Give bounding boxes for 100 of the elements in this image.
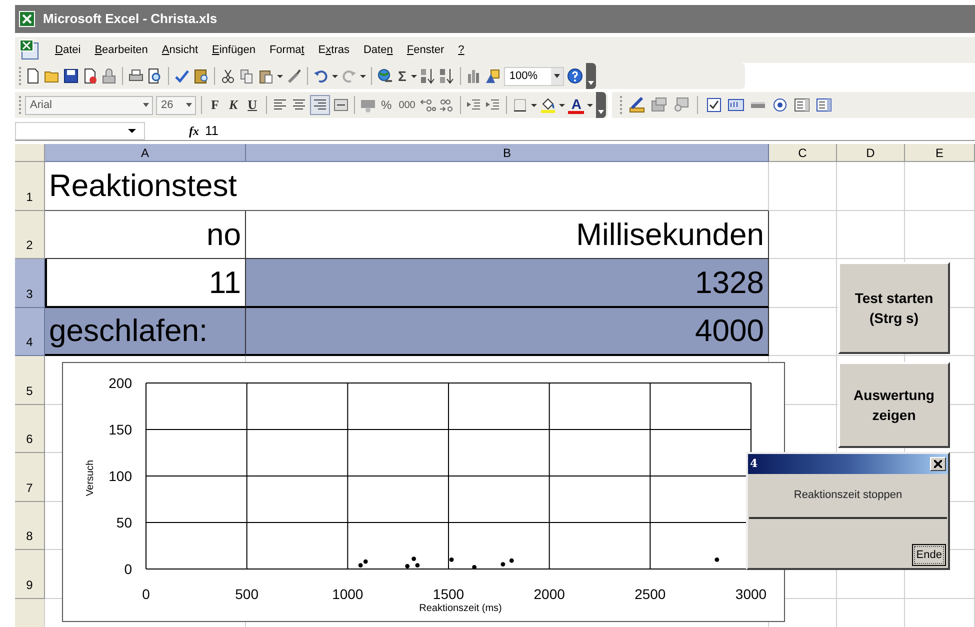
sort-ascending-icon[interactable] <box>420 68 436 84</box>
menu-item[interactable]: Extras <box>318 42 350 58</box>
zoom-dropdown[interactable]: 100% <box>504 66 564 86</box>
help-icon[interactable] <box>567 68 584 84</box>
speech-bubble-icon[interactable] <box>673 97 690 113</box>
properties-icon[interactable] <box>651 97 668 113</box>
copy-icon[interactable] <box>239 68 255 84</box>
menu-item[interactable]: ? <box>458 42 464 58</box>
y-axis-title: Versuch <box>85 460 96 496</box>
underline-button[interactable]: U <box>248 95 258 115</box>
toolbar-options-button[interactable] <box>586 63 596 89</box>
radio-button-icon[interactable] <box>772 97 788 113</box>
cell-text: geschlafen: <box>49 315 208 346</box>
function-label[interactable]: fx <box>189 122 199 140</box>
checkbox-icon[interactable] <box>706 97 722 113</box>
y-tick-label: 50 <box>116 514 132 530</box>
shapes-icon[interactable] <box>485 68 502 84</box>
close-icon[interactable] <box>934 460 942 468</box>
x-tick-label: 3000 <box>735 586 767 602</box>
check-icon[interactable] <box>174 68 190 84</box>
cell-text: 4000 <box>695 315 764 346</box>
data-point <box>412 556 416 561</box>
document-icon[interactable] <box>82 68 98 84</box>
book-icon[interactable] <box>193 68 209 84</box>
globe-icon[interactable] <box>377 68 393 84</box>
y-tick-label: 200 <box>108 375 132 391</box>
menu-item[interactable]: Daten <box>363 42 393 58</box>
x-tick-label: 1000 <box>332 586 364 602</box>
workbook-icon[interactable] <box>19 39 41 61</box>
table-cell <box>837 162 905 210</box>
ruler-pencil-icon[interactable] <box>629 97 646 113</box>
formula-field[interactable]: 11 <box>205 120 218 140</box>
menu-item[interactable]: Datei <box>55 42 81 58</box>
column-header[interactable]: E <box>905 144 975 162</box>
scissors-icon[interactable] <box>220 68 236 84</box>
italic-button[interactable]: K <box>228 95 238 115</box>
row-header[interactable]: 2 <box>15 210 45 259</box>
combo-box-icon[interactable] <box>816 97 832 113</box>
table-cell <box>905 210 975 259</box>
menu-item[interactable]: Bearbeiten <box>94 42 148 58</box>
evaluation-button[interactable]: Auswertung zeigen <box>838 362 950 448</box>
brush-icon[interactable] <box>286 68 302 84</box>
column-header[interactable]: A <box>45 144 246 162</box>
start-test-button[interactable]: Test starten (Strg s) <box>838 262 950 354</box>
row-header[interactable]: 1 <box>15 162 45 210</box>
table-cell <box>769 308 837 356</box>
fill-color-icon[interactable] <box>540 97 556 113</box>
data-point <box>509 558 514 563</box>
row-header[interactable]: 7 <box>15 453 45 502</box>
menu-item[interactable]: Ansicht <box>162 42 198 58</box>
sort-descending-icon[interactable] <box>439 68 456 84</box>
row-header[interactable]: 4 <box>15 308 45 356</box>
row-header[interactable]: 3 <box>15 259 45 308</box>
undo-icon[interactable] <box>313 68 329 84</box>
window-title: Microsoft Excel - Christa.xls <box>43 10 218 28</box>
x-tick-label: 1500 <box>432 586 464 602</box>
save-icon[interactable] <box>63 68 79 84</box>
borders-icon[interactable] <box>512 97 528 113</box>
row-header[interactable]: 8 <box>15 502 45 550</box>
percent-button[interactable]: % <box>379 96 394 114</box>
row-header[interactable]: 5 <box>15 356 45 404</box>
column-header[interactable]: B <box>246 144 769 162</box>
x-tick-label: 2500 <box>634 586 666 602</box>
table-cell <box>905 162 975 210</box>
cell-text: Millisekunden <box>576 218 764 250</box>
list-box-icon[interactable] <box>794 97 810 113</box>
close-button[interactable] <box>930 457 946 471</box>
menu-item[interactable]: Format <box>269 42 304 58</box>
font-color-button[interactable]: A <box>568 96 584 114</box>
menu-item[interactable]: Einfügen <box>212 42 256 58</box>
printer-icon[interactable] <box>128 68 144 84</box>
y-tick-label: 100 <box>108 468 132 484</box>
decrease-decimal-icon[interactable] <box>439 97 456 113</box>
document-icon[interactable] <box>25 68 41 84</box>
magnifier-icon[interactable] <box>147 68 163 84</box>
bold-button[interactable]: F <box>211 95 219 115</box>
clipboard-icon[interactable] <box>258 68 274 84</box>
cell-text: 1328 <box>695 266 764 298</box>
stamp-icon[interactable] <box>101 68 117 84</box>
row-header[interactable]: 9 <box>15 550 45 598</box>
merge-cells-icon[interactable] <box>333 97 350 113</box>
column-header[interactable]: D <box>837 144 905 162</box>
data-point <box>415 563 420 568</box>
data-point <box>405 564 410 568</box>
text-box-icon[interactable] <box>728 97 744 113</box>
data-point <box>472 564 477 570</box>
x-axis-title: Reaktionszeit (ms) <box>419 603 502 614</box>
row-header[interactable]: 6 <box>15 404 45 453</box>
increase-decimal-icon[interactable] <box>420 97 436 113</box>
menu-item[interactable]: Fenster <box>406 42 444 58</box>
font-dropdown[interactable]: Arial <box>25 96 153 114</box>
font-size-dropdown[interactable]: 26 <box>156 96 196 114</box>
table-cell <box>905 598 975 627</box>
end-button[interactable]: Ende <box>912 544 946 566</box>
sum-button[interactable]: Σ <box>396 66 408 86</box>
y-tick-label: 0 <box>124 561 132 577</box>
toolbar-options-button[interactable] <box>596 92 606 118</box>
thousands-button[interactable]: 000 <box>396 98 418 112</box>
spreadsheet-icon <box>19 11 35 27</box>
column-header[interactable]: C <box>769 144 837 162</box>
